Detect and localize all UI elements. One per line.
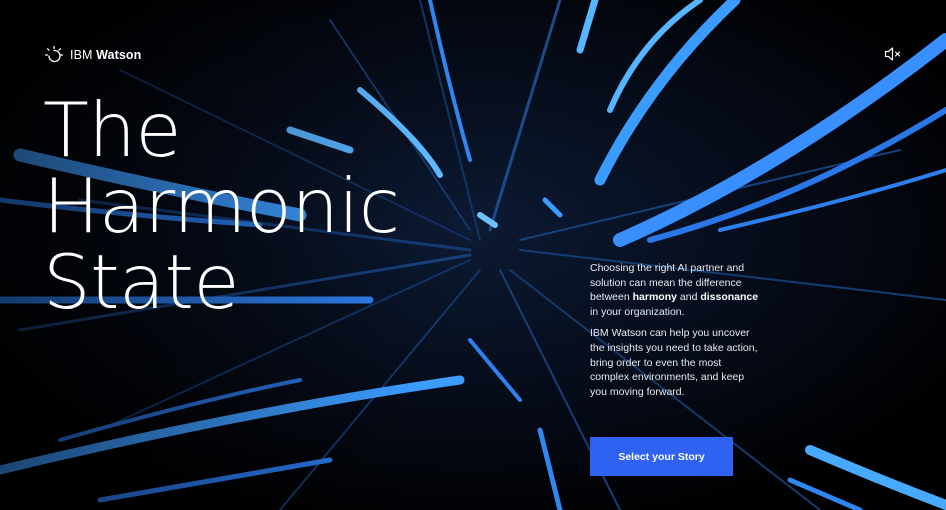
intro-p1-c: and	[676, 291, 701, 304]
brand-prefix: IBM	[70, 48, 93, 62]
ibm-watson-logo[interactable]: IBM Watson	[44, 45, 141, 65]
speaker-muted-icon	[884, 47, 901, 61]
brand-name: Watson	[96, 48, 142, 62]
page-title: The Harmonic State	[43, 86, 400, 326]
dissonance-emphasis: dissonance	[700, 291, 759, 304]
intro-paragraph-2: IBM Watson can help you uncover the insi…	[590, 327, 758, 398]
ibm-watson-icon	[44, 45, 64, 63]
intro-p1-e: in your organization.	[590, 305, 685, 318]
mute-button[interactable]	[884, 46, 902, 62]
title-line-2: Harmonic	[43, 162, 400, 250]
hero-stage: IBM Watson The Harmonic State Choosing t…	[0, 0, 946, 510]
harmony-emphasis: harmony	[632, 291, 677, 304]
title-line-1: The	[43, 86, 182, 174]
select-story-button[interactable]: Select your Story	[590, 437, 733, 476]
intro-copy: Choosing the right AI partner and soluti…	[590, 261, 760, 406]
brand-wordmark: IBM Watson	[70, 48, 141, 62]
intro-paragraph-1: Choosing the right AI partner and soluti…	[590, 261, 760, 319]
title-line-3: State	[43, 238, 240, 326]
